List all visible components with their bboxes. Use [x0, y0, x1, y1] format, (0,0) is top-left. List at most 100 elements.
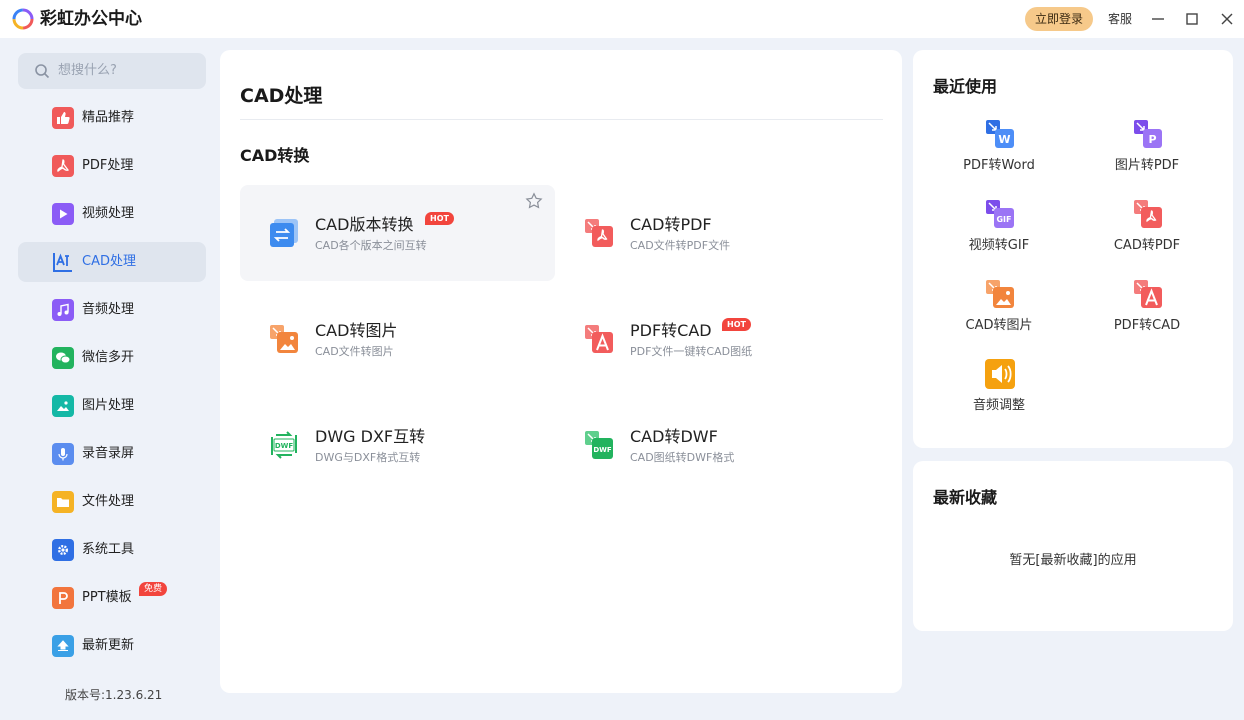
sidebar-item-ppt[interactable]: PPT模板 免费: [18, 578, 206, 618]
card-title: DWG DXF互转: [315, 427, 426, 446]
star-icon[interactable]: [525, 192, 543, 210]
recent-tool-cad-to-pdf[interactable]: CAD转PDF: [1077, 198, 1217, 268]
sidebar-item-label: 精品推荐: [82, 110, 135, 125]
sidebar-item-label: 微信多开: [82, 350, 135, 365]
thumbs-up-icon: [52, 107, 74, 129]
tool-label: CAD转图片: [965, 318, 1033, 333]
close-icon[interactable]: [1217, 9, 1237, 29]
search-input[interactable]: 想搜什么?: [18, 53, 206, 89]
dwf-convert-icon: DWF: [271, 431, 297, 459]
favorites-empty-text: 暂无[最新收藏]的应用: [1009, 553, 1137, 568]
section-title: CAD转换: [240, 146, 310, 165]
sidebar-item-wechat[interactable]: 微信多开: [18, 338, 206, 378]
card-description: CAD文件转图片: [315, 345, 394, 358]
ppt-icon: [52, 587, 74, 609]
recent-panel: 最近使用 W PDF转Word P 图片转PDF GIF 视频转GIF CAD转…: [913, 50, 1233, 448]
app-title: 彩虹办公中心: [40, 9, 142, 29]
version-label: 版本号:1.23.6.21: [65, 688, 163, 702]
main-panel: CAD处理 CAD转换 CAD版本转换 HOT CAD各个版本之间互转 CAD转…: [220, 50, 902, 693]
minimize-icon[interactable]: [1148, 9, 1168, 29]
customer-service-link[interactable]: 客服: [1108, 10, 1132, 28]
image-to-pdf-icon: P: [1134, 120, 1162, 148]
maximize-icon[interactable]: [1182, 9, 1202, 29]
sidebar-item-label: PPT模板: [82, 590, 132, 605]
cad-to-image-icon: [986, 280, 1014, 308]
sidebar-item-label: 录音录屏: [82, 446, 135, 461]
wechat-icon: [52, 347, 74, 369]
sidebar-item-update[interactable]: 最新更新: [18, 626, 206, 666]
recent-tool-video-to-gif[interactable]: GIF 视频转GIF: [929, 198, 1069, 268]
cad-to-image-icon: [270, 325, 298, 353]
login-button[interactable]: 立即登录: [1025, 7, 1093, 31]
pdf-to-cad-icon: [585, 325, 613, 353]
svg-text:DWF: DWF: [593, 446, 612, 454]
mic-icon: [52, 443, 74, 465]
page-title: CAD处理: [240, 85, 323, 107]
rainbow-logo-icon: [12, 8, 34, 30]
gear-icon: [52, 539, 74, 561]
sidebar-item-label: PDF处理: [82, 158, 134, 173]
card-description: CAD文件转PDF文件: [630, 239, 731, 252]
sidebar-item-recommended[interactable]: 精品推荐: [18, 98, 206, 138]
tool-card-cad-version[interactable]: CAD版本转换 HOT CAD各个版本之间互转: [240, 185, 555, 281]
recent-title: 最近使用: [933, 77, 998, 96]
music-icon: [52, 299, 74, 321]
free-badge: 免费: [139, 582, 168, 596]
play-icon: [52, 203, 74, 225]
tool-card-dwg-dxf[interactable]: DWF DWG DXF互转 DWG与DXF格式互转: [240, 397, 555, 493]
hot-badge: HOT: [722, 318, 751, 331]
sidebar-item-system[interactable]: 系统工具: [18, 530, 206, 570]
pdf-icon: [52, 155, 74, 177]
recent-tool-image-to-pdf[interactable]: P 图片转PDF: [1077, 118, 1217, 188]
tool-label: 图片转PDF: [1114, 158, 1180, 173]
sidebar-item-label: 文件处理: [82, 494, 135, 509]
sidebar-item-file[interactable]: 文件处理: [18, 482, 206, 522]
search-placeholder: 想搜什么?: [58, 63, 117, 78]
svg-text:P: P: [1148, 133, 1156, 146]
card-title: CAD转DWF: [630, 427, 718, 446]
svg-text:GIF: GIF: [996, 215, 1011, 224]
cad-to-pdf-icon: [1134, 200, 1162, 228]
sidebar-item-label: CAD处理: [82, 254, 136, 269]
sidebar-item-record[interactable]: 录音录屏: [18, 434, 206, 474]
sidebar-item-video[interactable]: 视频处理: [18, 194, 206, 234]
recent-tool-cad-to-image[interactable]: CAD转图片: [929, 278, 1069, 348]
tool-card-pdf-to-cad[interactable]: PDF转CAD HOT PDF文件一键转CAD图纸: [555, 291, 870, 387]
sidebar-item-audio[interactable]: 音频处理: [18, 290, 206, 330]
tool-card-cad-to-dwf[interactable]: DWF CAD转DWF CAD图纸转DWF格式: [555, 397, 870, 493]
tool-label: CAD转PDF: [1113, 238, 1181, 253]
tool-label: PDF转Word: [963, 158, 1035, 173]
recent-tool-pdf-to-cad[interactable]: PDF转CAD: [1077, 278, 1217, 348]
svg-text:W: W: [998, 133, 1010, 146]
divider: [240, 119, 883, 120]
card-description: PDF文件一键转CAD图纸: [630, 345, 753, 358]
svg-text:DWF: DWF: [275, 442, 294, 450]
card-title: CAD版本转换: [315, 215, 414, 234]
pdf-to-word-icon: W: [986, 120, 1014, 148]
upload-icon: [52, 635, 74, 657]
card-description: DWG与DXF格式互转: [315, 451, 421, 464]
card-title: CAD转PDF: [630, 215, 712, 234]
sidebar-item-cad[interactable]: CAD处理: [18, 242, 206, 282]
tool-label: 视频转GIF: [968, 238, 1030, 253]
recent-tool-audio-adjust[interactable]: 音频调整: [929, 358, 1069, 428]
folder-icon: [52, 491, 74, 513]
cad-to-dwf-icon: DWF: [585, 431, 613, 459]
sidebar-item-image[interactable]: 图片处理: [18, 386, 206, 426]
video-to-gif-icon: GIF: [986, 200, 1014, 228]
pdf-to-cad-icon: [1134, 280, 1162, 308]
image-icon: [52, 395, 74, 417]
swap-icon: [270, 219, 298, 247]
tool-card-cad-to-image[interactable]: CAD转图片 CAD文件转图片: [240, 291, 555, 387]
tool-card-cad-to-pdf[interactable]: CAD转PDF CAD文件转PDF文件: [555, 185, 870, 281]
favorites-title: 最新收藏: [933, 488, 998, 507]
sidebar-item-label: 视频处理: [82, 206, 135, 221]
cad-icon: [52, 251, 74, 273]
recent-tool-pdf-to-word[interactable]: W PDF转Word: [929, 118, 1069, 188]
sidebar: 想搜什么? 精品推荐 PDF处理 视频处理 CAD处理 音频处理 微信多开 图片…: [0, 38, 220, 720]
hot-badge: HOT: [425, 212, 454, 225]
sidebar-item-pdf[interactable]: PDF处理: [18, 146, 206, 186]
card-description: CAD图纸转DWF格式: [630, 451, 735, 464]
search-icon: [35, 64, 50, 79]
sidebar-item-label: 图片处理: [82, 398, 135, 413]
